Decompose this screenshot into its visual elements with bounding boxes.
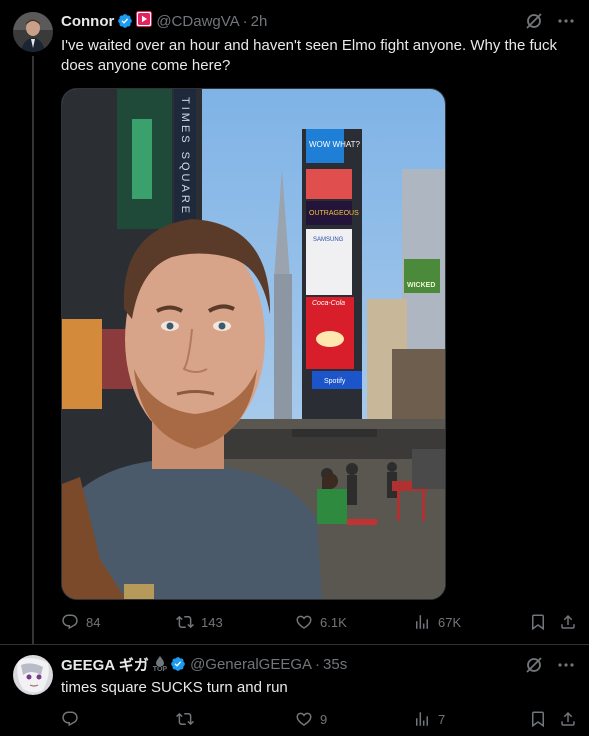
grok-icon[interactable] [525, 656, 543, 674]
share-button[interactable] [559, 710, 577, 728]
reply-icon [62, 614, 78, 630]
share-icon [561, 711, 575, 726]
grok-icon[interactable] [525, 12, 543, 30]
avatar-connor[interactable] [13, 12, 53, 52]
share-icon [561, 614, 575, 629]
views-chart-icon [416, 712, 428, 726]
bookmark-icon [532, 614, 544, 631]
reply-count: 84 [86, 614, 101, 630]
separator-dot: · [242, 12, 248, 30]
like-button[interactable]: 9 [295, 710, 327, 728]
billboard-middle-text: OUTRAGEOUS [309, 210, 359, 217]
repost-button[interactable]: 143 [176, 613, 223, 631]
thread-connector-line [32, 56, 34, 644]
drop-icon [155, 655, 164, 666]
like-button[interactable]: 6.1K [295, 613, 347, 631]
views-button[interactable]: 67K [413, 613, 461, 631]
timestamp[interactable]: 2h [251, 13, 268, 30]
sign-times-square: TIMES SQUARE [179, 97, 191, 216]
tweet-actions-bar: 84 143 6.1K 67K [61, 612, 577, 632]
verified-badge-icon [117, 13, 133, 29]
user-handle[interactable]: @CDawgVA [156, 13, 239, 30]
display-name[interactable]: GEEGA ギガ [61, 654, 149, 675]
reply-button[interactable] [61, 710, 86, 728]
user-handle[interactable]: @GeneralGEEGA [190, 656, 312, 673]
avatar-geega[interactable] [13, 655, 53, 695]
repost-icon [176, 712, 194, 726]
repost-button[interactable] [176, 710, 201, 728]
views-chart-icon [416, 615, 428, 629]
top-badge: TOP [152, 655, 168, 673]
reply-button[interactable]: 84 [61, 613, 100, 631]
separator-dot: · [315, 655, 321, 673]
repost-icon [176, 615, 194, 629]
views-count: 67K [438, 614, 462, 630]
views-button[interactable]: 7 [413, 710, 445, 728]
like-count: 9 [320, 711, 328, 727]
timestamp[interactable]: 35s [323, 656, 347, 673]
verified-badge-icon [170, 656, 186, 672]
top-badge-label: TOP [152, 665, 168, 673]
display-name[interactable]: Connor [61, 13, 114, 30]
repost-count: 143 [201, 614, 223, 630]
tweet-divider [0, 644, 589, 645]
bookmark-button[interactable] [529, 613, 547, 631]
bookmark-button[interactable] [529, 710, 547, 728]
heart-icon [296, 615, 312, 629]
tweet-text: times square SUCKS turn and run [61, 679, 288, 696]
billboard-top-text: WOW WHAT? [309, 140, 361, 149]
share-button[interactable] [559, 613, 577, 631]
billboard-samsung-text: SAMSUNG [313, 237, 344, 243]
billboard-cola-text: Coca-Cola [312, 300, 345, 307]
like-count: 6.1K [320, 614, 347, 630]
tweet-header: GEEGA ギガ TOP @GeneralGEEGA · 35s [61, 654, 347, 674]
tweet-actions-bar: 9 7 [61, 709, 577, 729]
tweet-text: I've waited over an hour and haven't see… [61, 37, 558, 74]
bookmark-icon [532, 711, 544, 728]
tweet-header: Connor @CDawgVA · 2h [61, 11, 267, 31]
tweet-photo-times-square[interactable]: TIMES SQUARE WOW WHAT? OUTRAGEOUS SAMSUN… [61, 88, 446, 600]
billboard-spotify-text: Spotify [324, 378, 346, 385]
billboard-wicked-text: WICKED [407, 282, 435, 289]
tweet-top-actions [525, 656, 575, 674]
views-count: 7 [438, 711, 446, 727]
more-options-icon[interactable] [557, 12, 575, 30]
tweet-top-actions [525, 12, 575, 30]
reply-icon [62, 711, 78, 727]
heart-icon [296, 712, 312, 726]
affiliate-play-badge-icon[interactable] [136, 11, 153, 31]
more-options-icon[interactable] [557, 656, 575, 674]
